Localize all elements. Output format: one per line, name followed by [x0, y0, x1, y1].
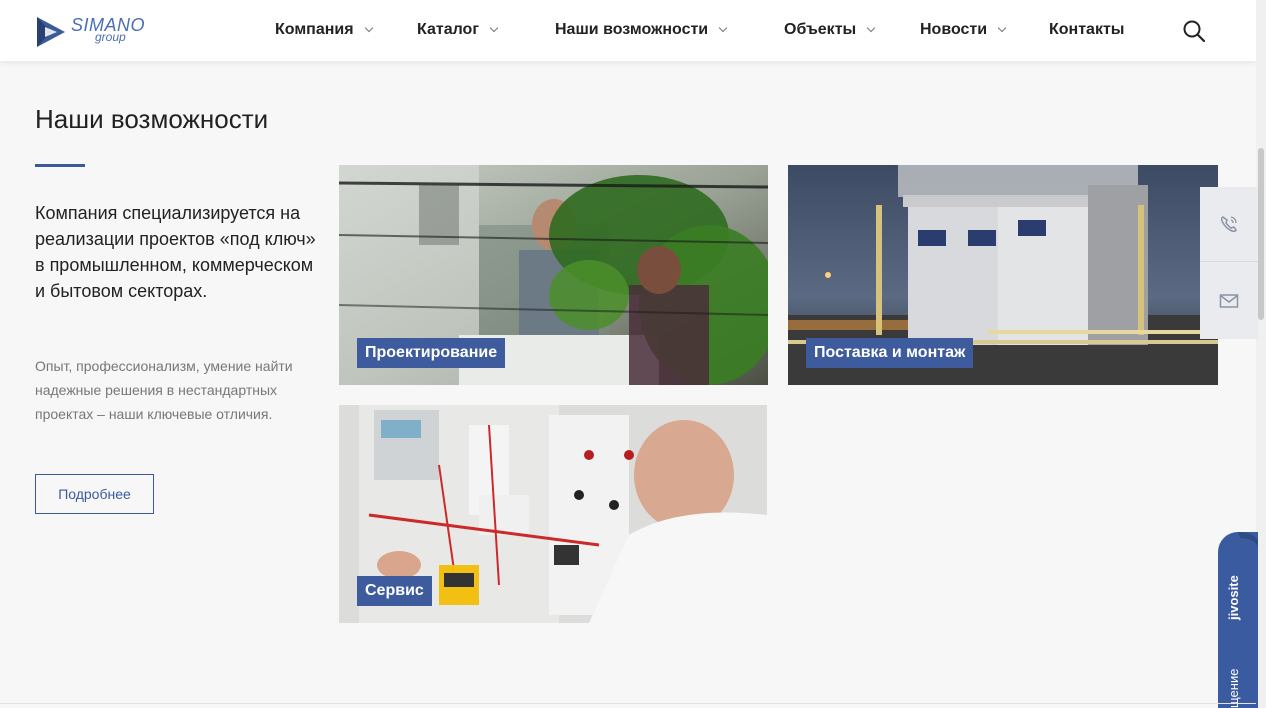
contact-widget: [1200, 187, 1258, 339]
jivo-brand-label: jivosite: [1226, 575, 1241, 620]
nav-item-catalog[interactable]: Каталог: [417, 21, 499, 39]
page-title: Наши возможности: [35, 104, 269, 134]
chevron-down-icon: [364, 23, 373, 33]
logo-mark-icon: [37, 17, 65, 47]
nav-item-label: Наши возможности: [555, 21, 709, 38]
card-supply-installation[interactable]: Поставка и монтаж: [788, 165, 1218, 385]
chevron-down-icon: [718, 23, 728, 33]
jivo-cap-icon: [1238, 532, 1258, 546]
nav-item-label: Контакты: [1049, 21, 1125, 38]
description-text: Опыт, профессионализм, умение найти наде…: [35, 358, 293, 422]
nav-item-label: Объекты: [784, 21, 857, 38]
simano-logo[interactable]: SIMANO group: [35, 14, 165, 50]
chevron-down-icon: [997, 23, 1007, 33]
card-label: Поставка и монтаж: [806, 338, 974, 368]
card-label: Сервис: [357, 576, 432, 606]
lead-text: Компания специализируется на реализации …: [35, 203, 316, 301]
card-label: Проектирование: [357, 338, 506, 368]
more-button[interactable]: Подробнее: [35, 474, 154, 514]
phone-button[interactable]: [1200, 187, 1258, 262]
search-button[interactable]: [1182, 19, 1206, 43]
nav-item-news[interactable]: Новости: [920, 21, 1007, 39]
nav-item-label: Каталог: [417, 21, 479, 38]
nav-item-label: Новости: [920, 21, 988, 38]
card-design[interactable]: Проектирование: [339, 165, 768, 385]
nav-item-capabilities[interactable]: Наши возможности: [555, 21, 728, 39]
nav-item-company[interactable]: Компания: [275, 21, 373, 39]
mail-icon: [1219, 293, 1239, 308]
phone-icon: [1220, 216, 1237, 233]
logo-subtext: group: [95, 30, 126, 44]
title-underline: [35, 164, 85, 167]
nav-item-contacts[interactable]: Контакты: [1049, 21, 1124, 39]
chevron-down-icon: [489, 23, 499, 33]
nav-item-label: Компания: [275, 21, 354, 38]
nav-item-objects[interactable]: Объекты: [784, 21, 876, 39]
divider: [0, 703, 1256, 704]
site-header: SIMANO group Компания Каталог Наши возмо…: [0, 0, 1256, 61]
chevron-down-icon: [866, 23, 876, 33]
search-icon: [1183, 20, 1206, 43]
scrollbar-thumb[interactable]: [1258, 148, 1264, 320]
card-service[interactable]: Сервис: [339, 405, 767, 623]
mail-button[interactable]: [1200, 263, 1258, 338]
